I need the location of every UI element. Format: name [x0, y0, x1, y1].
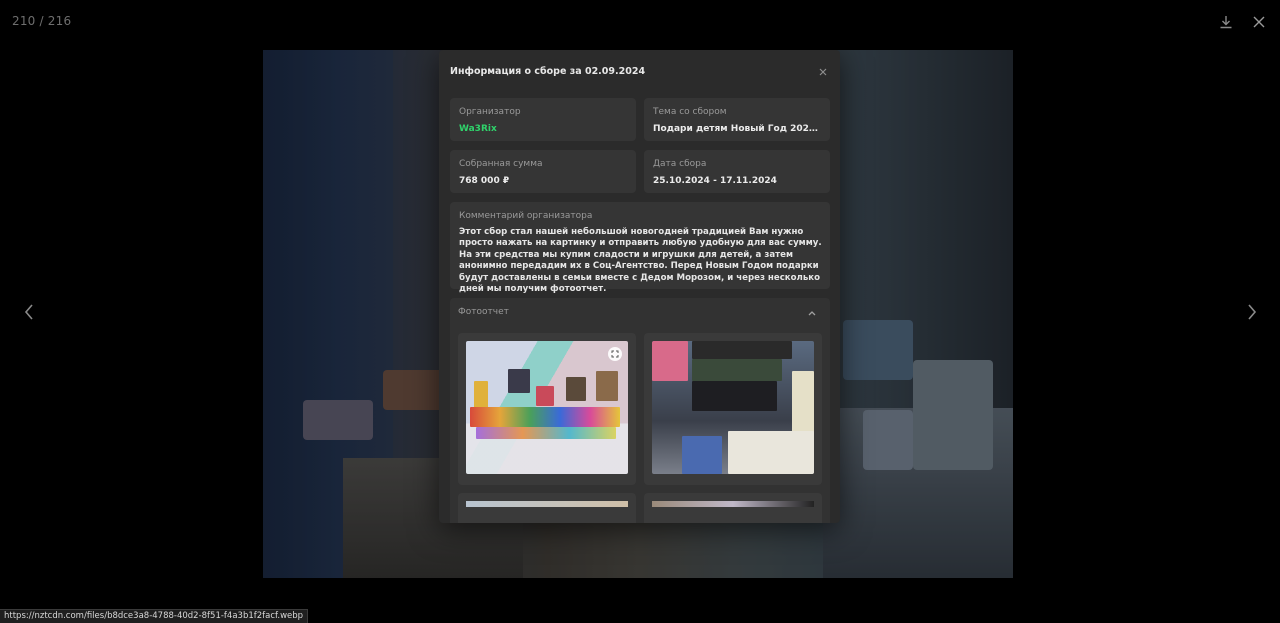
- download-button[interactable]: [1215, 11, 1237, 33]
- comment-card: Комментарий организатора Этот сбор стал …: [450, 202, 830, 294]
- photo-report-section: Фотоотчет: [450, 298, 830, 523]
- photo-image: [652, 341, 814, 474]
- photo-report-toggle[interactable]: [806, 307, 818, 319]
- prev-image-button[interactable]: [17, 300, 41, 324]
- photo-image: [466, 341, 628, 474]
- amount-card: Собранная сумма 768 000 ₽: [450, 150, 636, 193]
- viewer-counter: 210 / 216: [12, 14, 72, 28]
- chevron-right-icon: [1248, 304, 1257, 320]
- organizer-card: Организатор Wa3Rix: [450, 98, 636, 141]
- topic-card: Тема со сбором Подари детям Новый Год 20…: [644, 98, 830, 141]
- comment-label: Комментарий организатора: [459, 211, 593, 221]
- photo-thumbnail[interactable]: [644, 333, 822, 485]
- comment-text: Этот сбор стал нашей небольшой новогодне…: [459, 227, 822, 295]
- topic-value: Подари детям Новый Год 2024 вместе с: [653, 124, 823, 134]
- amount-label: Собранная сумма: [459, 159, 543, 169]
- modal-close-button[interactable]: [816, 65, 830, 79]
- collection-info-modal: Информация о сборе за 02.09.2024 Организ…: [439, 50, 840, 523]
- date-label: Дата сбора: [653, 159, 707, 169]
- zoom-icon[interactable]: [608, 347, 622, 361]
- photo-thumbnail[interactable]: [644, 493, 822, 523]
- date-value: 25.10.2024 - 17.11.2024: [653, 176, 777, 186]
- next-image-button[interactable]: [1240, 300, 1264, 324]
- close-icon: [819, 68, 827, 76]
- status-bar-url: https://nztcdn.com/files/b8dce3a8-4788-4…: [0, 609, 309, 623]
- download-icon: [1220, 16, 1232, 29]
- photo-thumbnail[interactable]: [458, 493, 636, 523]
- close-viewer-button[interactable]: [1248, 11, 1270, 33]
- amount-value: 768 000 ₽: [459, 176, 510, 186]
- topic-label: Тема со сбором: [653, 107, 727, 117]
- modal-title: Информация о сборе за 02.09.2024: [450, 66, 646, 77]
- date-card: Дата сбора 25.10.2024 - 17.11.2024: [644, 150, 830, 193]
- chevron-left-icon: [24, 304, 33, 320]
- photo-report-label: Фотоотчет: [458, 307, 509, 317]
- photo-thumbnail[interactable]: [458, 333, 636, 485]
- chevron-up-icon: [808, 311, 816, 316]
- organizer-label: Организатор: [459, 107, 521, 117]
- close-icon: [1253, 16, 1265, 28]
- organizer-link[interactable]: Wa3Rix: [459, 124, 497, 134]
